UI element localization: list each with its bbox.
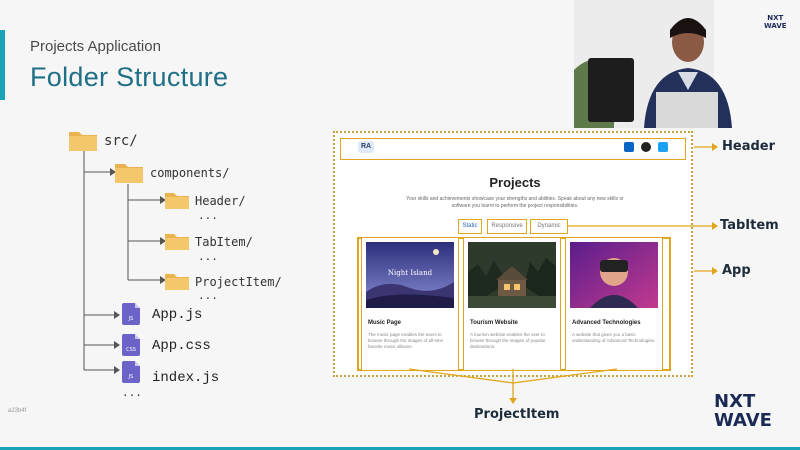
watermark: a23b4f	[8, 408, 27, 414]
logo-line1: NXT	[714, 391, 756, 412]
nxtwave-logo: NXT WAVE	[714, 392, 772, 430]
callout-header: Header	[722, 139, 776, 154]
callout-projectitem: ProjectItem	[474, 407, 560, 422]
logo-small: NXT WAVE	[764, 14, 787, 30]
logo-small-line1: NXT	[767, 14, 784, 22]
logo-small-line2: WAVE	[764, 22, 787, 30]
instructor-video: NXT WAVE	[574, 0, 800, 128]
logo-line2: WAVE	[714, 410, 772, 431]
callout-tabitem: TabItem	[720, 218, 779, 233]
slide: Projects Application Folder Structure sr…	[0, 0, 800, 450]
callout-app: App	[722, 263, 751, 278]
